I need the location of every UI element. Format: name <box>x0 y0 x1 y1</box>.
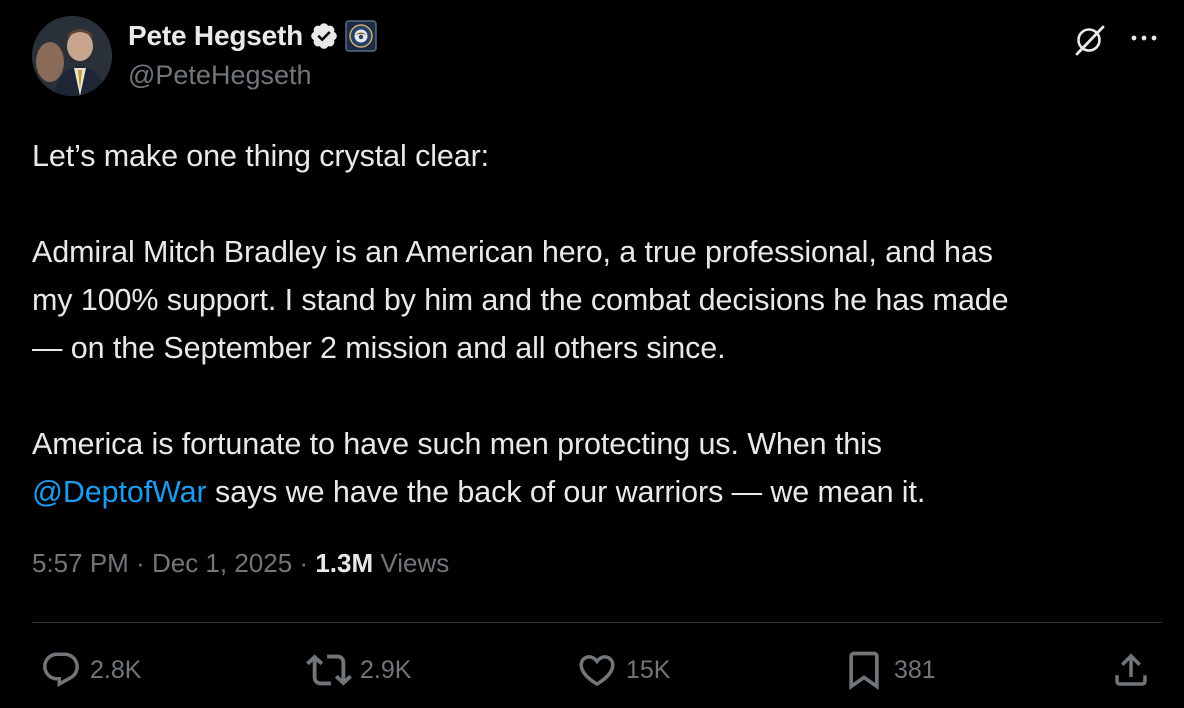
bookmark-icon <box>842 648 886 692</box>
views-count[interactable]: 1.3M <box>315 548 373 578</box>
post-text: Let’s make one thing crystal clear: Admi… <box>32 132 1172 516</box>
share-icon <box>1110 649 1152 691</box>
department-seal-icon[interactable] <box>345 20 377 52</box>
post-line: @DeptofWar says we have the back of our … <box>32 468 1172 516</box>
like-count: 15K <box>626 655 671 684</box>
post-line: Admiral Mitch Bradley is an American her… <box>32 235 993 269</box>
more-icon[interactable] <box>1124 18 1164 58</box>
mention-link[interactable]: @DeptofWar <box>32 475 207 509</box>
avatar[interactable] <box>32 16 112 96</box>
verified-badge-icon[interactable] <box>309 21 339 51</box>
tweet: Pete Hegseth @PeteHegseth Let’s make one… <box>0 0 1184 708</box>
author-name-row: Pete Hegseth <box>128 18 377 54</box>
meta-separator: · <box>299 548 309 578</box>
post-line: — on the September 2 mission and all oth… <box>32 331 726 365</box>
repost-icon <box>306 647 352 693</box>
meta-separator: · <box>136 548 145 578</box>
grok-icon[interactable] <box>1068 18 1112 62</box>
share-button[interactable] <box>1110 646 1152 694</box>
post-line: America is fortunate to have such men pr… <box>32 427 882 461</box>
post-date[interactable]: Dec 1, 2025 <box>152 548 292 578</box>
bookmark-count: 381 <box>894 655 936 684</box>
repost-count: 2.9K <box>360 655 412 684</box>
post-time[interactable]: 5:57 PM <box>32 548 129 578</box>
display-name[interactable]: Pete Hegseth <box>128 20 303 52</box>
bookmark-button[interactable]: 381 <box>842 646 936 694</box>
repost-button[interactable]: 2.9K <box>306 646 411 694</box>
post-line: Let’s make one thing crystal clear: <box>32 139 490 173</box>
post-meta: 5:57 PM · Dec 1, 2025 · 1.3M Views <box>32 548 449 579</box>
reply-icon <box>40 649 82 691</box>
heart-icon <box>576 649 618 691</box>
views-label: Views <box>380 548 450 578</box>
like-button[interactable]: 15K <box>576 646 670 694</box>
post-line-rest: says we have the back of our warriors — … <box>206 475 926 509</box>
reply-button[interactable]: 2.8K <box>40 646 141 694</box>
author-handle[interactable]: @PeteHegseth <box>128 60 312 91</box>
reply-count: 2.8K <box>90 655 142 684</box>
post-line: my 100% support. I stand by him and the … <box>32 283 1009 317</box>
divider <box>32 622 1162 623</box>
